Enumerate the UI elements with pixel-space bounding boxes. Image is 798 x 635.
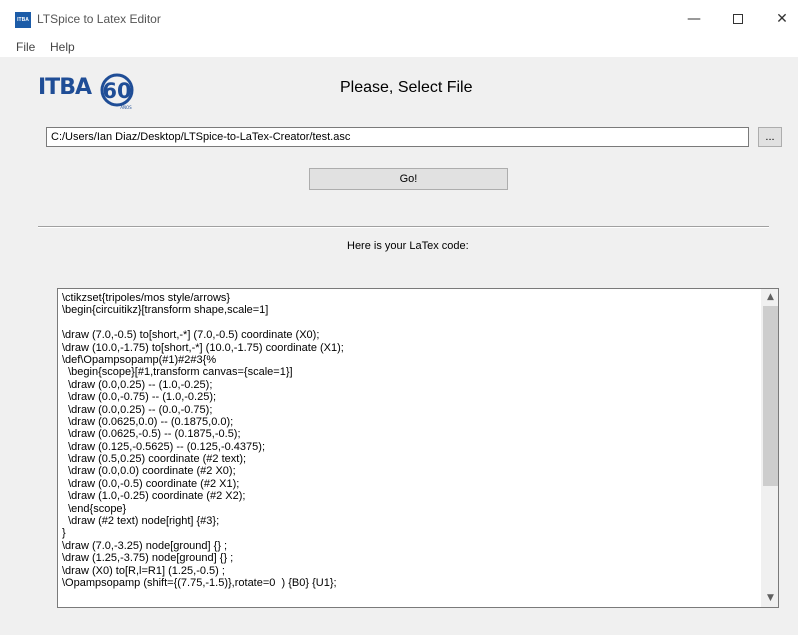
code-line: \Opampsopamp (shift={(7.75,-1.5)},rotate… (62, 576, 337, 589)
divider (38, 226, 769, 228)
code-lines: \ctikzset{tripoles/mos style/arrows} \beg… (62, 292, 760, 589)
code-line: } (62, 527, 66, 540)
code-line: \draw (7.0,-0.5) to[short,-*] (7.0,-0.5)… (62, 329, 320, 342)
maximize-icon (733, 14, 743, 24)
code-line: \draw (10.0,-1.75) to[short,-*] (10.0,-1… (62, 341, 344, 354)
code-line: \draw (0.0,0.25) -- (0.0,-0.75); (62, 403, 213, 416)
title-bar: ITBA LTSpice to Latex Editor — ✕ (0, 0, 798, 38)
code-line: \draw (0.0,0.25) -- (1.0,-0.25); (62, 378, 213, 391)
code-line: \ctikzset{tripoles/mos style/arrows} (62, 292, 231, 304)
code-line: \draw (#2 text) node[right] {#3}; (62, 515, 220, 528)
close-button[interactable]: ✕ (762, 6, 798, 32)
code-line: \draw (X0) to[R,l=R1] (1.25,-0.5) ; (62, 564, 225, 577)
maximize-button[interactable] (718, 6, 758, 32)
code-line: \draw (0.0,0.0) coordinate (#2 X0); (62, 465, 236, 478)
code-line: \end{scope} (62, 502, 127, 515)
itba-logo: ITBA 60 AÑOS (38, 72, 143, 112)
menu-file[interactable]: File (16, 40, 35, 54)
minimize-button[interactable]: — (674, 6, 714, 32)
code-line: \draw (1.25,-3.75) node[ground] {} ; (62, 552, 234, 565)
menu-help[interactable]: Help (50, 40, 75, 54)
page-title: Please, Select File (340, 79, 473, 96)
file-path-input[interactable]: C:/Users/Ian Diaz/Desktop/LTSpice-to-LaT… (46, 127, 749, 147)
scroll-up-icon[interactable]: ▲ (762, 289, 778, 306)
code-line: \draw (0.5,0.25) coordinate (#2 text); (62, 453, 247, 466)
code-line: \begin{scope}[#1,transform canvas={scale… (62, 366, 293, 379)
code-line: \draw (0.0625,-0.5) -- (0.1875,-0.5); (62, 428, 241, 441)
code-line: \def\Opampsopamp(#1)#2#3{% (62, 353, 217, 366)
go-button[interactable]: Go! (309, 168, 508, 190)
scroll-thumb[interactable] (763, 306, 778, 486)
code-line: \draw (0.0625,0.0) -- (0.1875,0.0); (62, 415, 234, 428)
browse-button[interactable]: ... (758, 127, 782, 147)
logo-sub-text: AÑOS (120, 105, 132, 110)
code-line: \draw (0.0,-0.5) coordinate (#2 X1); (62, 477, 240, 490)
logo-badge-text: 60 (102, 79, 131, 103)
scroll-down-icon[interactable]: ▼ (762, 590, 778, 607)
logo-badge-icon: 60 AÑOS (100, 73, 134, 110)
code-line: \begin{circuitikz}[transform shape,scale… (62, 304, 269, 317)
latex-code-textarea[interactable]: \ctikzset{tripoles/mos style/arrows} \beg… (57, 288, 779, 608)
vertical-scrollbar[interactable]: ▲ ▼ (761, 289, 778, 607)
code-line: \draw (1.0,-0.25) coordinate (#2 X2); (62, 490, 246, 503)
code-line: \draw (0.125,-0.5625) -- (0.125,-0.4375)… (62, 440, 265, 453)
code-line: \draw (0.0,-0.75) -- (1.0,-0.25); (62, 391, 217, 404)
window-title: LTSpice to Latex Editor (37, 12, 161, 26)
menu-bar: File Help (0, 38, 798, 57)
app-icon: ITBA (15, 12, 31, 28)
code-line: \draw (7.0,-3.25) node[ground] {} ; (62, 539, 228, 552)
code-label: Here is your LaTex code: (347, 240, 469, 252)
